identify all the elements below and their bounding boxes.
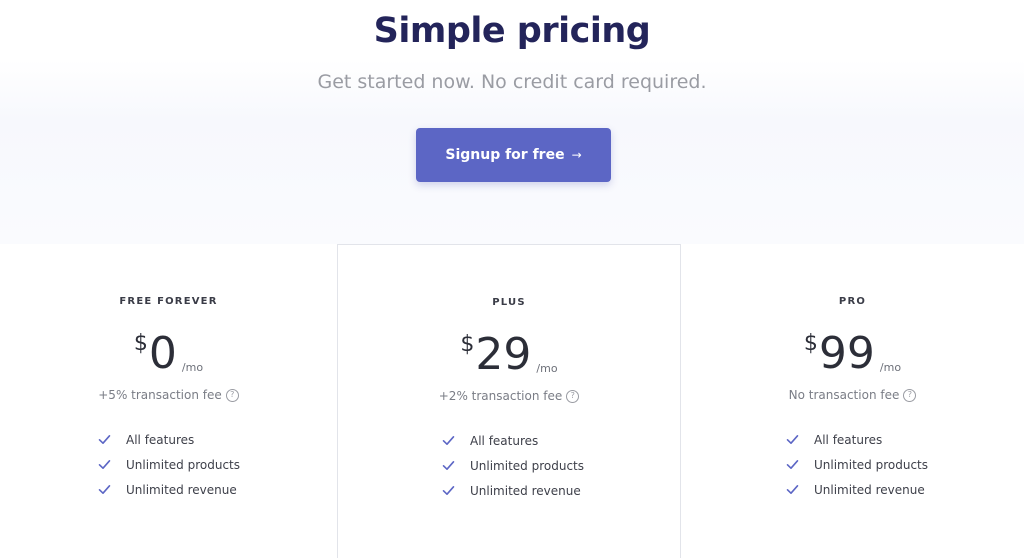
feature-item: Unlimited revenue: [98, 477, 240, 502]
signup-button-label: Signup for free: [445, 147, 565, 163]
page-subtitle: Get started now. No credit card required…: [317, 71, 707, 93]
price-amount: 99: [818, 328, 875, 379]
feature-item: All features: [786, 427, 928, 452]
feature-label: All features: [814, 432, 883, 447]
transaction-fee: +5% transaction fee ?: [0, 388, 337, 402]
check-icon: [98, 460, 111, 469]
check-icon: [786, 460, 799, 469]
question-circle-icon[interactable]: ?: [566, 389, 580, 403]
plan-card-plus: PLUS $ 29 /mo +2% transaction fee ? All …: [337, 244, 681, 558]
transaction-fee-text: +5% transaction fee: [98, 388, 222, 402]
feature-label: All features: [126, 432, 195, 447]
price-currency: $: [803, 331, 818, 356]
feature-label: Unlimited revenue: [470, 483, 581, 498]
plan-price: $ 99 /mo: [681, 328, 1024, 380]
feature-item: Unlimited revenue: [442, 478, 584, 503]
plan-name: FREE FOREVER: [119, 296, 218, 307]
feature-label: Unlimited revenue: [126, 482, 237, 497]
question-circle-icon[interactable]: ?: [903, 388, 917, 402]
check-icon: [442, 461, 455, 470]
price-period: /mo: [181, 361, 204, 374]
feature-label: Unlimited products: [126, 457, 241, 472]
transaction-fee: +2% transaction fee ?: [338, 389, 680, 403]
plan-price: $ 29 /mo: [338, 329, 680, 381]
check-icon: [786, 485, 799, 494]
feature-list: All features Unlimited products Unlimite…: [98, 427, 240, 502]
plan-price: $ 0 /mo: [0, 328, 337, 380]
check-icon: [786, 435, 799, 444]
feature-label: Unlimited products: [814, 457, 929, 472]
price-currency: $: [460, 332, 475, 357]
plan-name: PLUS: [492, 297, 526, 308]
price-amount: 29: [475, 329, 532, 380]
plan-card-free-forever: FREE FOREVER $ 0 /mo +5% transaction fee…: [0, 244, 337, 558]
plan-name: PRO: [838, 296, 867, 307]
feature-item: Unlimited revenue: [786, 477, 928, 502]
feature-item: Unlimited products: [786, 452, 928, 477]
feature-list: All features Unlimited products Unlimite…: [442, 428, 584, 503]
price-period: /mo: [879, 361, 902, 374]
feature-item: All features: [442, 428, 584, 453]
transaction-fee-text: No transaction fee: [788, 388, 900, 402]
signup-button[interactable]: Signup for free →: [416, 128, 611, 182]
price-period: /mo: [536, 362, 558, 375]
check-icon: [442, 486, 455, 495]
check-icon: [98, 485, 111, 494]
transaction-fee-text: +2% transaction fee: [438, 389, 563, 403]
feature-item: Unlimited products: [98, 452, 240, 477]
transaction-fee: No transaction fee ?: [681, 388, 1024, 402]
feature-label: All features: [470, 433, 539, 448]
price-currency: $: [133, 331, 148, 356]
question-circle-icon[interactable]: ?: [225, 388, 239, 402]
plan-card-pro: PRO $ 99 /mo No transaction fee ? All fe…: [681, 244, 1024, 558]
feature-item: Unlimited products: [442, 453, 584, 478]
check-icon: [442, 436, 455, 445]
hero-section: Simple pricing Get started now. No credi…: [0, 0, 1024, 244]
check-icon: [98, 435, 111, 444]
feature-label: Unlimited revenue: [814, 482, 925, 497]
feature-list: All features Unlimited products Unlimite…: [786, 427, 928, 502]
feature-item: All features: [98, 427, 240, 452]
price-amount: 0: [148, 328, 177, 379]
feature-label: Unlimited products: [470, 458, 585, 473]
arrow-right-icon: →: [571, 148, 582, 162]
page-title: Simple pricing: [373, 11, 651, 51]
